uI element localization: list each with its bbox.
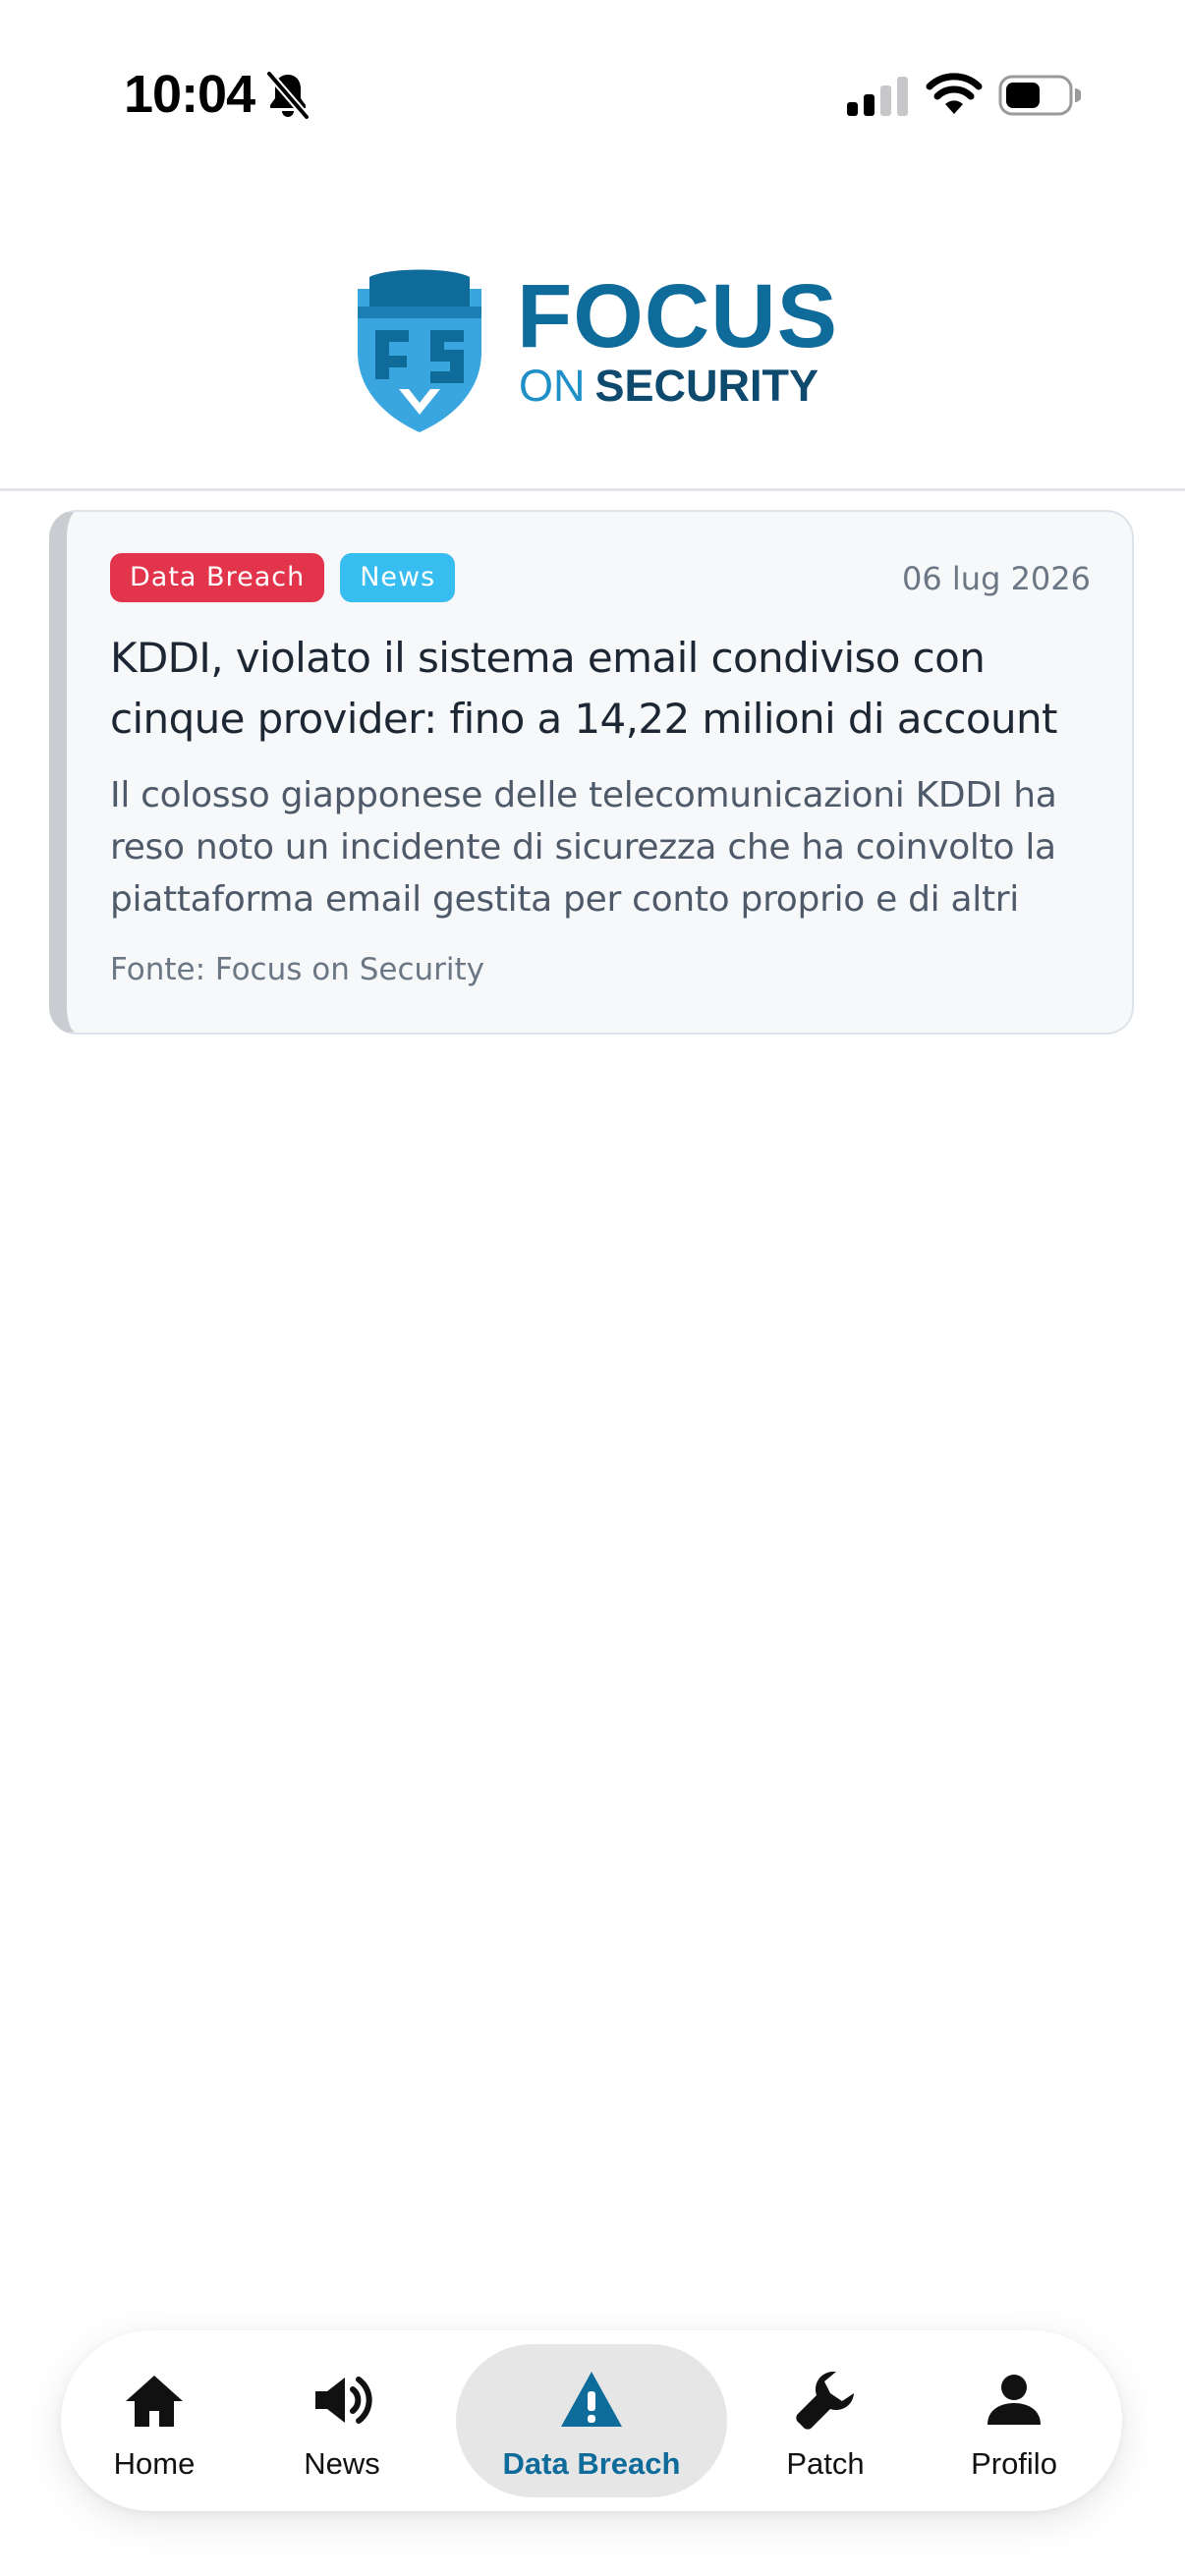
article-tags: Data Breach News [110, 553, 456, 602]
shield-logo-icon [358, 269, 481, 432]
article-card[interactable]: Data Breach News 06 lug 2026 KDDI, viola… [49, 510, 1134, 1035]
logo-word-on: ON [519, 361, 586, 411]
home-icon [126, 2376, 183, 2427]
nav-label-profilo: Profilo [971, 2446, 1057, 2481]
nav-label-news: News [304, 2446, 380, 2481]
warning-icon [561, 2372, 622, 2427]
nav-item-home[interactable]: Home [81, 2344, 228, 2497]
status-time: 10:04 [124, 65, 255, 124]
wrench-icon [796, 2372, 854, 2430]
focus-on-security-logo[interactable]: FOCUS ON SECURITY [348, 267, 839, 434]
article-source: Fonte: Focus on Security [110, 952, 485, 987]
bottom-navigation: Home News Data Breach Patch Profilo [61, 2330, 1122, 2511]
battery-icon [998, 75, 1081, 116]
status-bar: 10:04 [0, 0, 1185, 187]
nav-item-profilo[interactable]: Profilo [935, 2344, 1093, 2497]
nav-item-data-breach[interactable]: Data Breach [456, 2344, 727, 2497]
person-icon [988, 2375, 1041, 2425]
article-excerpt: Il colosso giapponese delle telecomunica… [110, 775, 1057, 920]
article-title: KDDI, violato il sistema email condiviso… [110, 634, 1057, 743]
logo-line-two: ON SECURITY [519, 362, 818, 411]
nav-item-patch[interactable]: Patch [747, 2344, 904, 2497]
cellular-signal-icon [847, 77, 908, 116]
article-date: 06 lug 2026 [902, 560, 1091, 597]
nav-label-home: Home [113, 2446, 196, 2481]
nav-label-data-breach: Data Breach [502, 2446, 681, 2481]
logo-word-focus: FOCUS [517, 266, 838, 366]
app-header: FOCUS ON SECURITY [0, 187, 1185, 491]
bell-off-icon [265, 71, 310, 120]
wifi-icon [926, 73, 983, 114]
tag-data-breach: Data Breach [110, 553, 325, 602]
megaphone-icon [315, 2377, 372, 2424]
logo-word-security: SECURITY [594, 361, 819, 411]
nav-item-news[interactable]: News [277, 2344, 407, 2497]
nav-label-patch: Patch [786, 2446, 865, 2481]
tag-news: News [340, 553, 456, 602]
